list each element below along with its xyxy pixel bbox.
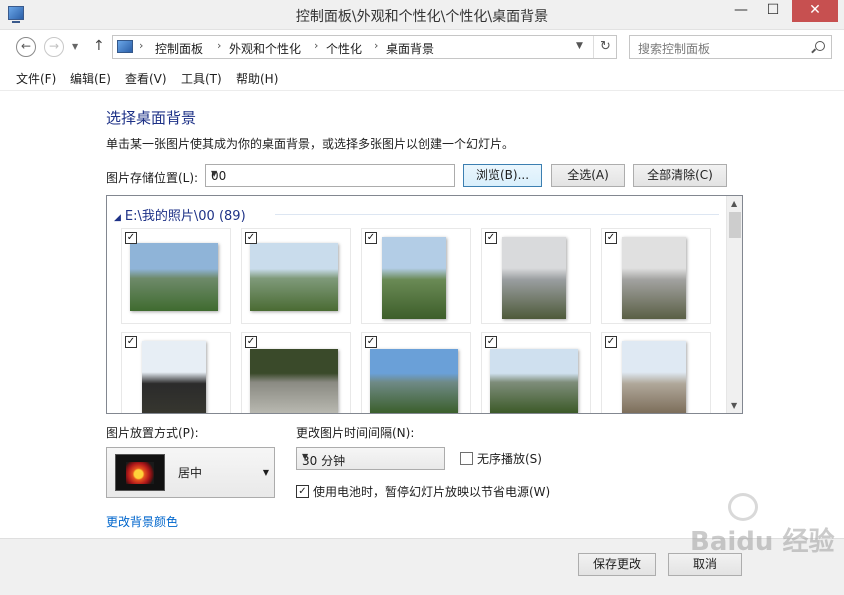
picture-tile[interactable]: ✓ (121, 228, 231, 324)
picture-position-label: 图片放置方式(P): (106, 426, 199, 440)
menu-view[interactable]: 查看(V) (125, 70, 167, 87)
scroll-thumb[interactable] (729, 212, 741, 238)
main-content: 选择桌面背景 单击某一张图片使其成为你的桌面背景，或选择多张图片以创建一个幻灯片… (0, 90, 844, 538)
address-history-chevron-icon[interactable]: ▼ (576, 41, 583, 51)
picture-checkbox[interactable]: ✓ (605, 336, 617, 348)
title-bar: 控制面板\外观和个性化\个性化\桌面背景 — ☐ ✕ (0, 0, 844, 30)
picture-group-header[interactable]: ◢ E:\我的照片\00 (89) (114, 205, 246, 224)
chevron-down-icon: ▼ (262, 468, 269, 477)
breadcrumb-personalization[interactable]: 个性化 (326, 40, 362, 57)
baidu-watermark: Baidu 经验 (690, 493, 834, 557)
group-divider (275, 214, 719, 215)
picture-tile[interactable]: ✓ (361, 228, 471, 324)
search-placeholder: 搜索控制面板 (638, 42, 711, 56)
picture-tile[interactable]: ✓ (601, 332, 711, 413)
picture-thumbnail[interactable] (370, 349, 458, 413)
interval-dropdown[interactable]: 30 分钟 ▼ (296, 447, 445, 470)
picture-thumbnail[interactable] (250, 243, 338, 311)
save-changes-button[interactable]: 保存更改 (578, 553, 656, 576)
breadcrumb-desktop-background[interactable]: 桌面背景 (386, 40, 434, 57)
navigation-bar: ← → ▼ ↑ › 控制面板 › 外观和个性化 › 个性化 › 桌面背景 ▼ ↻… (0, 30, 844, 64)
scroll-down-icon[interactable]: ▼ (731, 401, 737, 410)
breadcrumb-control-panel[interactable]: 控制面板 (155, 40, 203, 57)
browse-button[interactable]: 浏览(B)... (463, 164, 542, 187)
breadcrumb-separator-icon[interactable]: › (139, 39, 143, 52)
picture-thumbnail[interactable] (622, 341, 686, 413)
picture-tile[interactable]: ✓ (361, 332, 471, 413)
minimize-button[interactable]: — (726, 0, 756, 22)
picture-tile[interactable]: ✓ (241, 332, 351, 413)
location-label: 图片存储位置(L): (106, 171, 199, 185)
back-arrow-icon[interactable]: ← (16, 37, 36, 57)
picture-thumbnail[interactable] (490, 349, 578, 413)
picture-position-value: 居中 (178, 466, 203, 480)
address-bar[interactable]: › 控制面板 › 外观和个性化 › 个性化 › 桌面背景 ▼ ↻ (112, 35, 617, 59)
gallery-scrollbar[interactable]: ▲ ▼ (726, 196, 742, 413)
window-title: 控制面板\外观和个性化\个性化\桌面背景 (295, 9, 549, 25)
picture-checkbox[interactable]: ✓ (485, 336, 497, 348)
menu-bar: 文件(F) 编辑(E) 查看(V) 工具(T) 帮助(H) (0, 64, 844, 90)
menu-edit[interactable]: 编辑(E) (70, 70, 111, 87)
battery-pause-checkbox[interactable]: ✓ (296, 485, 309, 498)
picture-checkbox[interactable]: ✓ (605, 232, 617, 244)
watermark-text: Baidu 经验 (690, 527, 835, 557)
picture-gallery: ◢ E:\我的照片\00 (89) ✓ ✓ ✓ ✓ ✓ ✓ ✓ ✓ ✓ ✓ ▲ ▼ (106, 195, 743, 414)
picture-checkbox[interactable]: ✓ (125, 336, 137, 348)
picture-checkbox[interactable]: ✓ (365, 336, 377, 348)
position-preview-image (115, 454, 165, 491)
picture-position-dropdown[interactable]: 居中 ▼ (106, 447, 275, 498)
picture-thumbnail[interactable] (130, 243, 218, 311)
search-input[interactable]: 搜索控制面板 (629, 35, 832, 59)
picture-thumbnail[interactable] (142, 341, 206, 413)
baidu-paw-logo-icon (728, 493, 758, 521)
refresh-icon[interactable]: ↻ (593, 36, 617, 58)
location-dropdown[interactable]: 00 ▼ (205, 164, 455, 187)
picture-tile[interactable]: ✓ (121, 332, 231, 413)
breadcrumb-separator-icon[interactable]: › (374, 39, 378, 52)
picture-checkbox[interactable]: ✓ (365, 232, 377, 244)
breadcrumb-separator-icon[interactable]: › (217, 39, 221, 52)
page-description: 单击某一张图片使其成为你的桌面背景，或选择多张图片以创建一个幻灯片。 (106, 137, 515, 151)
breadcrumb-appearance[interactable]: 外观和个性化 (229, 40, 301, 57)
close-button[interactable]: ✕ (792, 0, 838, 22)
shuffle-label[interactable]: 无序播放(S) (477, 450, 542, 467)
up-arrow-icon[interactable]: ↑ (93, 38, 105, 54)
picture-tile[interactable]: ✓ (481, 332, 591, 413)
picture-thumbnail[interactable] (622, 237, 686, 319)
picture-tile[interactable]: ✓ (241, 228, 351, 324)
picture-checkbox[interactable]: ✓ (125, 232, 137, 244)
chevron-down-icon: ▼ (211, 169, 218, 178)
breadcrumb-separator-icon[interactable]: › (314, 39, 318, 52)
recent-pages-chevron-icon[interactable]: ▼ (72, 42, 78, 51)
shuffle-checkbox[interactable] (460, 452, 473, 465)
picture-checkbox[interactable]: ✓ (485, 232, 497, 244)
menu-help[interactable]: 帮助(H) (236, 70, 278, 87)
collapse-chevron-icon[interactable]: ◢ (114, 213, 121, 223)
menu-tools[interactable]: 工具(T) (181, 70, 222, 87)
battery-pause-label[interactable]: 使用电池时，暂停幻灯片放映以节省电源(W) (313, 483, 550, 500)
picture-group-title: E:\我的照片\00 (89) (124, 209, 246, 224)
picture-thumbnail[interactable] (250, 349, 338, 413)
page-title: 选择桌面背景 (106, 109, 197, 127)
search-icon[interactable] (815, 41, 825, 51)
picture-thumbnail[interactable] (502, 237, 566, 319)
menu-file[interactable]: 文件(F) (16, 70, 56, 87)
picture-checkbox[interactable]: ✓ (245, 232, 257, 244)
picture-checkbox[interactable]: ✓ (245, 336, 257, 348)
interval-label: 更改图片时间间隔(N): (296, 426, 415, 440)
maximize-button[interactable]: ☐ (758, 0, 788, 22)
chevron-down-icon: ▼ (302, 452, 309, 461)
forward-arrow-icon[interactable]: → (44, 37, 64, 57)
picture-tile[interactable]: ✓ (481, 228, 591, 324)
clear-all-button[interactable]: 全部清除(C) (633, 164, 727, 187)
change-background-color-link[interactable]: 更改背景颜色 (106, 513, 178, 530)
control-panel-icon (117, 40, 133, 53)
select-all-button[interactable]: 全选(A) (551, 164, 625, 187)
picture-thumbnail[interactable] (382, 237, 446, 319)
picture-tile[interactable]: ✓ (601, 228, 711, 324)
scroll-up-icon[interactable]: ▲ (731, 199, 737, 208)
